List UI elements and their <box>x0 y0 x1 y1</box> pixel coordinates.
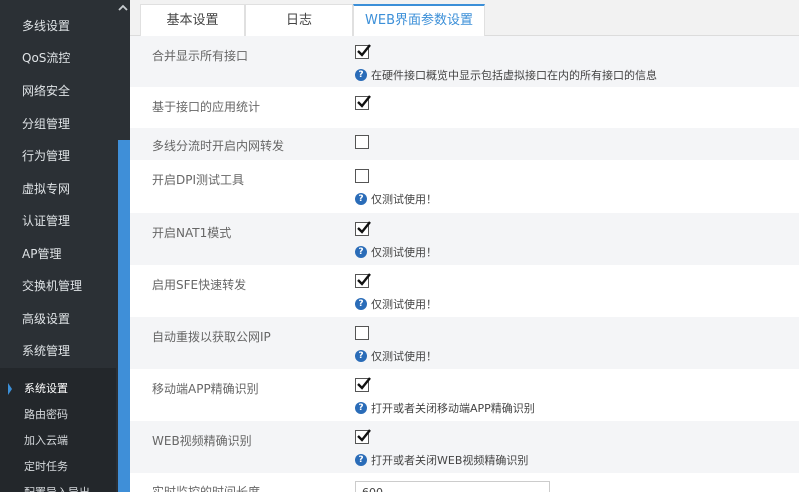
question-icon: ? <box>355 193 367 205</box>
checkmark-icon <box>357 377 371 390</box>
question-icon: ? <box>355 350 367 362</box>
sidebar-item-behavior[interactable]: 行为管理 <box>0 140 116 172</box>
checkmark-icon <box>357 429 371 442</box>
setting-label: 实时监控的时间长度 <box>152 485 261 492</box>
setting-hint: ? 仅测试使用！ <box>355 348 437 363</box>
question-icon: ? <box>355 246 367 258</box>
chevron-up-icon[interactable] <box>117 2 129 14</box>
tab-log[interactable]: 日志 <box>245 4 353 36</box>
sidebar-submenu: 系统设置 路由密码 加入云端 定时任务 配置导入导出 <box>0 368 130 492</box>
setting-label: WEB视频精确识别 <box>152 434 252 448</box>
sidebar-item-multiline[interactable]: 多线设置 <box>0 10 116 42</box>
setting-label: 开启DPI测试工具 <box>152 173 245 187</box>
nat1-checkbox[interactable] <box>355 221 371 236</box>
submenu-item-system-settings[interactable]: 系统设置 <box>0 375 116 402</box>
active-marker-icon <box>8 383 12 395</box>
sidebar-item-security[interactable]: 网络安全 <box>0 75 116 107</box>
auto-redial-checkbox[interactable] <box>355 326 369 340</box>
tab-bar: 基本设置 日志 WEB界面参数设置 <box>130 0 799 37</box>
sidebar-item-switch[interactable]: 交换机管理 <box>0 270 116 302</box>
setting-row-dpi-test: 开启DPI测试工具 ? 仅测试使用！ <box>130 160 799 213</box>
setting-hint: ? 在硬件接口概览中显示包括虚拟接口在内的所有接口的信息 <box>355 67 657 82</box>
setting-row-monitor-duration: 实时监控的时间长度 <box>130 473 799 492</box>
mobile-app-checkbox[interactable] <box>355 377 371 392</box>
setting-row-web-video: WEB视频精确识别 ? 打开或者关闭WEB视频精确识别 <box>130 421 799 473</box>
setting-hint: ? 仅测试使用！ <box>355 296 437 311</box>
setting-row-auto-redial: 自动重拨以获取公网IP ? 仅测试使用！ <box>130 317 799 369</box>
sidebar-item-system[interactable]: 系统管理 <box>0 335 116 367</box>
setting-row-mobile-app: 移动端APP精确识别 ? 打开或者关闭移动端APP精确识别 <box>130 369 799 421</box>
checkmark-icon <box>357 95 371 108</box>
checkmark-icon <box>357 221 371 234</box>
sidebar-item-qos[interactable]: QoS流控 <box>0 42 116 74</box>
submenu-item-scheduled-tasks[interactable]: 定时任务 <box>0 453 116 480</box>
question-icon: ? <box>355 298 367 310</box>
setting-label: 启用SFE快速转发 <box>152 278 247 292</box>
sidebar-item-ap[interactable]: AP管理 <box>0 238 116 270</box>
sidebar-item-groups[interactable]: 分组管理 <box>0 108 116 140</box>
web-video-checkbox[interactable] <box>355 429 371 444</box>
sidebar: 多线设置 QoS流控 网络安全 分组管理 行为管理 虚拟专网 认证管理 AP管理… <box>0 0 130 492</box>
setting-row-lan-forward: 多线分流时开启内网转发 <box>130 128 799 160</box>
submenu-item-config-import-export[interactable]: 配置导入导出 <box>0 479 116 492</box>
submenu-item-join-cloud[interactable]: 加入云端 <box>0 427 116 454</box>
setting-hint: ? 仅测试使用！ <box>355 244 437 259</box>
sidebar-scrollbar-thumb[interactable] <box>118 140 130 492</box>
tab-basic-settings[interactable]: 基本设置 <box>140 4 245 36</box>
dpi-test-checkbox[interactable] <box>355 169 369 183</box>
submenu-item-label: 系统设置 <box>24 382 68 395</box>
sidebar-item-advanced[interactable]: 高级设置 <box>0 303 116 335</box>
lan-forward-checkbox[interactable] <box>355 135 369 149</box>
sidebar-item-vpn[interactable]: 虚拟专网 <box>0 173 116 205</box>
monitor-duration-input[interactable] <box>355 481 550 492</box>
setting-label: 合并显示所有接口 <box>152 49 249 63</box>
setting-row-sfe: 启用SFE快速转发 ? 仅测试使用！ <box>130 265 799 317</box>
setting-label: 基于接口的应用统计 <box>152 100 261 114</box>
setting-row-interface-app-stats: 基于接口的应用统计 <box>130 87 799 128</box>
setting-label: 自动重拨以获取公网IP <box>152 330 271 344</box>
submenu-item-router-password[interactable]: 路由密码 <box>0 401 116 428</box>
setting-hint: ? 打开或者关闭移动端APP精确识别 <box>355 400 535 415</box>
setting-hint: ? 仅测试使用！ <box>355 191 437 206</box>
setting-row-merge-interfaces: 合并显示所有接口 ? 在硬件接口概览中显示包括虚拟接口在内的所有接口的信息 <box>130 36 799 87</box>
checkmark-icon <box>357 273 371 286</box>
setting-label: 开启NAT1模式 <box>152 226 232 240</box>
setting-label: 移动端APP精确识别 <box>152 382 259 396</box>
interface-app-stats-checkbox[interactable] <box>355 95 371 110</box>
sidebar-item-auth[interactable]: 认证管理 <box>0 205 116 237</box>
checkmark-icon <box>357 44 371 57</box>
question-icon: ? <box>355 69 367 81</box>
merge-interfaces-checkbox[interactable] <box>355 44 371 59</box>
question-icon: ? <box>355 402 367 414</box>
question-icon: ? <box>355 454 367 466</box>
setting-row-nat1: 开启NAT1模式 ? 仅测试使用！ <box>130 213 799 265</box>
sfe-checkbox[interactable] <box>355 273 371 288</box>
tab-web-ui-params[interactable]: WEB界面参数设置 <box>353 4 485 37</box>
setting-hint: ? 打开或者关闭WEB视频精确识别 <box>355 452 528 467</box>
setting-label: 多线分流时开启内网转发 <box>152 139 285 153</box>
settings-panel: 合并显示所有接口 ? 在硬件接口概览中显示包括虚拟接口在内的所有接口的信息 基于接… <box>130 36 799 492</box>
